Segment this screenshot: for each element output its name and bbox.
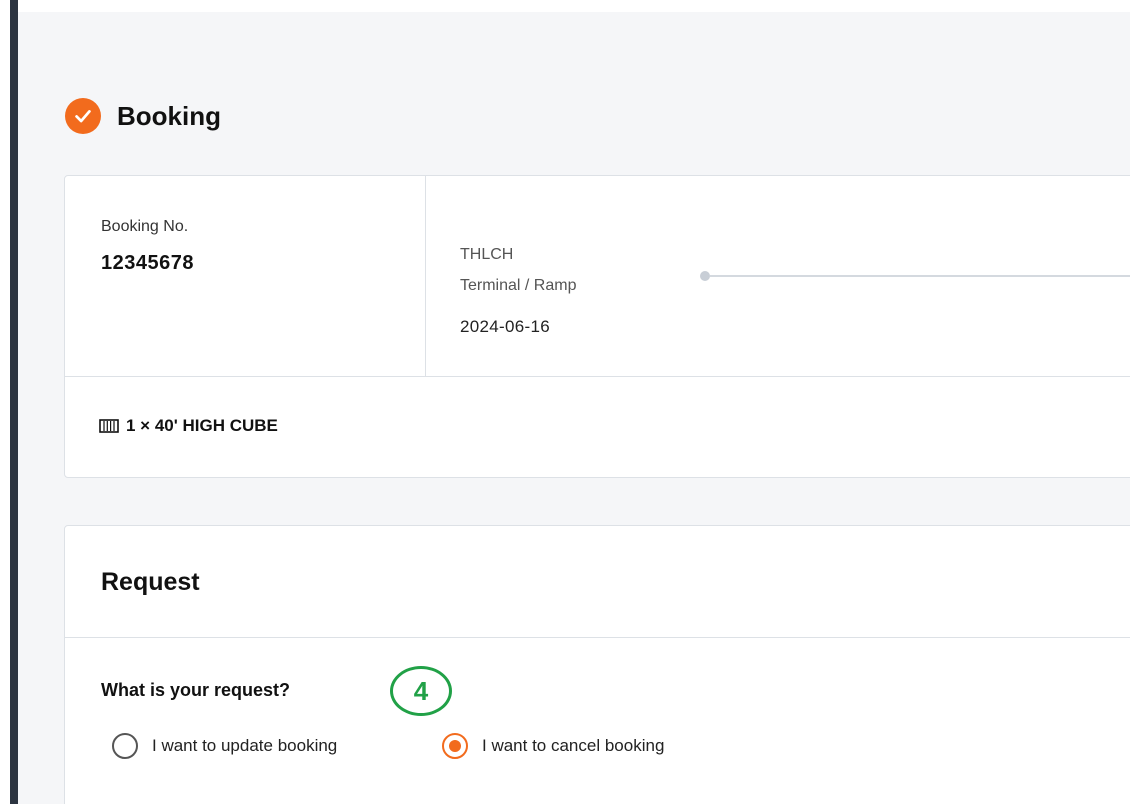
check-circle-icon — [65, 98, 101, 134]
booking-number-panel: Booking No. 12345678 — [65, 176, 426, 376]
cancel-booking-radio[interactable] — [442, 733, 468, 759]
update-booking-option[interactable]: I want to update booking — [112, 733, 337, 759]
origin-code: THLCH — [460, 246, 514, 263]
booking-number-value: 12345678 — [101, 252, 194, 274]
container-description: 1 × 40' HIGH CUBE — [126, 416, 278, 435]
booking-section-header: Booking — [65, 98, 221, 134]
cancel-booking-option[interactable]: I want to cancel booking — [442, 733, 664, 759]
update-booking-radio[interactable] — [112, 733, 138, 759]
origin-type: Terminal / Ramp — [460, 277, 577, 294]
card-divider — [65, 376, 1130, 377]
booking-number-label: Booking No. — [101, 218, 189, 235]
request-divider — [65, 637, 1130, 638]
step-marker-annotation: 4 — [390, 666, 452, 716]
request-title: Request — [101, 568, 200, 596]
update-booking-label[interactable]: I want to update booking — [152, 736, 337, 756]
cancel-booking-label[interactable]: I want to cancel booking — [482, 736, 664, 756]
booking-summary-card: Booking No. 12345678 THLCH Terminal / Ra… — [64, 175, 1130, 478]
request-question: What is your request? — [101, 680, 291, 700]
route-line — [710, 275, 1130, 277]
route-start-dot — [700, 271, 710, 281]
section-title: Booking — [117, 100, 221, 131]
container-icon — [99, 419, 119, 433]
origin-date: 2024-06-16 — [460, 317, 550, 336]
container-summary: 1 × 40' HIGH CUBE — [99, 416, 278, 436]
request-card: Request What is your request? 4 I want t… — [64, 525, 1130, 804]
left-rail — [10, 0, 18, 804]
